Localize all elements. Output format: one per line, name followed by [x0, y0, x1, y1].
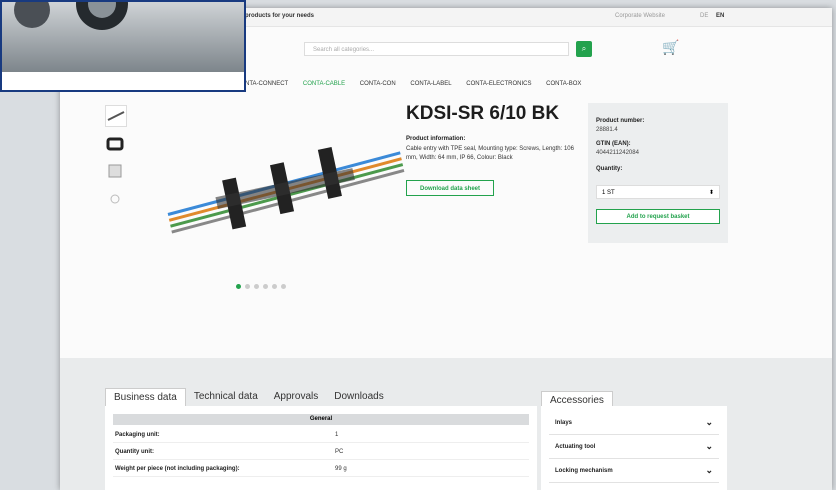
pagination-dot[interactable]	[236, 284, 241, 289]
download-datasheet-button[interactable]: Download data sheet	[406, 180, 494, 196]
accessory-item-inlays[interactable]: Inlays ⌄	[549, 412, 719, 435]
tab-business-data[interactable]: Business data	[105, 388, 186, 406]
lang-de[interactable]: DE	[700, 13, 708, 19]
tab-downloads[interactable]: Downloads	[326, 388, 391, 406]
quantity-value: 1 ST	[602, 190, 615, 196]
search-button[interactable]: ⌕	[576, 41, 592, 57]
corporate-website-link[interactable]: Corporate Website	[615, 13, 665, 19]
nav-item-label[interactable]: CONTA-LABEL	[410, 81, 451, 87]
quantity-select[interactable]: 1 ST ⬍	[596, 185, 720, 199]
chevron-down-icon: ⌄	[705, 417, 713, 427]
accessory-label: Inlays	[555, 420, 573, 426]
product-info-heading: Product information:	[406, 136, 466, 142]
table-row: Weight per piece (not including packagin…	[113, 463, 529, 477]
add-to-basket-button[interactable]: Add to request basket	[596, 209, 720, 224]
tab-technical-data[interactable]: Technical data	[186, 388, 266, 406]
lang-en[interactable]: EN	[716, 13, 724, 19]
nav-item-electronics[interactable]: CONTA-ELECTRONICS	[466, 81, 531, 87]
row-key: Packaging unit:	[115, 432, 160, 438]
product-info-text: Cable entry with TPE seal, Mounting type…	[406, 146, 574, 161]
tagline: products for your needs	[245, 13, 315, 19]
nav-item-con[interactable]: CONTA-CON	[360, 81, 396, 87]
pagination-dot[interactable]	[263, 284, 268, 289]
row-value: PC	[335, 449, 344, 455]
gallery-thumb-4[interactable]	[105, 189, 127, 211]
row-key: Weight per piece (not including packagin…	[115, 466, 240, 472]
pagination-dot[interactable]	[245, 284, 250, 289]
row-value: 1	[335, 432, 339, 438]
chevron-down-icon: ⌄	[705, 465, 713, 475]
product-image	[167, 147, 405, 234]
search-input[interactable]: Search all categories...	[304, 42, 569, 56]
accessory-label: Actuating tool	[555, 444, 596, 450]
nav-item-cable[interactable]: CONTA-CABLE	[303, 81, 345, 87]
gtin-value: 4044211242084	[596, 150, 639, 156]
chevron-down-icon: ⬍	[708, 190, 714, 196]
accessory-item-locking-mechanism[interactable]: Locking mechanism ⌄	[549, 460, 719, 483]
product-number-label: Product number:	[596, 118, 645, 124]
accessory-item-actuating-tool[interactable]: Actuating tool ⌄	[549, 436, 719, 459]
nav-item-box[interactable]: CONTA-BOX	[546, 81, 581, 87]
row-key: Quantity unit:	[115, 449, 154, 455]
main-nav: CONTA-CONNECT CONTA-CABLE CONTA-CON CONT…	[236, 81, 594, 87]
row-value: 99 g	[335, 466, 347, 472]
details-tabs: Business data Technical data Approvals D…	[105, 388, 392, 406]
pagination-dot[interactable]	[254, 284, 259, 289]
product-number: 28881.4	[596, 127, 618, 133]
cart-icon[interactable]: 🛒	[662, 39, 679, 56]
zoom-overlay	[0, 0, 246, 92]
tab-approvals[interactable]: Approvals	[266, 388, 326, 406]
overlay-photo	[2, 2, 244, 72]
table-header: General	[113, 414, 529, 425]
gallery-pagination	[236, 284, 286, 289]
business-data-table: General Packaging unit: 1 Quantity unit:…	[105, 406, 537, 490]
product-title: KDSI-SR 6/10 BK	[406, 103, 560, 124]
table-row: Packaging unit: 1	[113, 429, 529, 443]
table-row: Quantity unit: PC	[113, 446, 529, 460]
pagination-dot[interactable]	[272, 284, 277, 289]
accessories-list: Inlays ⌄ Actuating tool ⌄ Locking mechan…	[541, 406, 727, 490]
gtin-label: GTIN (EAN):	[596, 141, 631, 147]
search-icon: ⌕	[581, 44, 587, 53]
gallery-thumb-3[interactable]	[105, 161, 127, 183]
gallery-thumb-1[interactable]	[105, 105, 127, 127]
order-panel: Product number: 28881.4 GTIN (EAN): 4044…	[588, 103, 728, 243]
chevron-down-icon: ⌄	[705, 441, 713, 451]
quantity-label: Quantity:	[596, 166, 623, 172]
accessory-label: Locking mechanism	[555, 468, 613, 474]
pagination-dot[interactable]	[281, 284, 286, 289]
gallery-thumb-2[interactable]	[105, 133, 127, 155]
